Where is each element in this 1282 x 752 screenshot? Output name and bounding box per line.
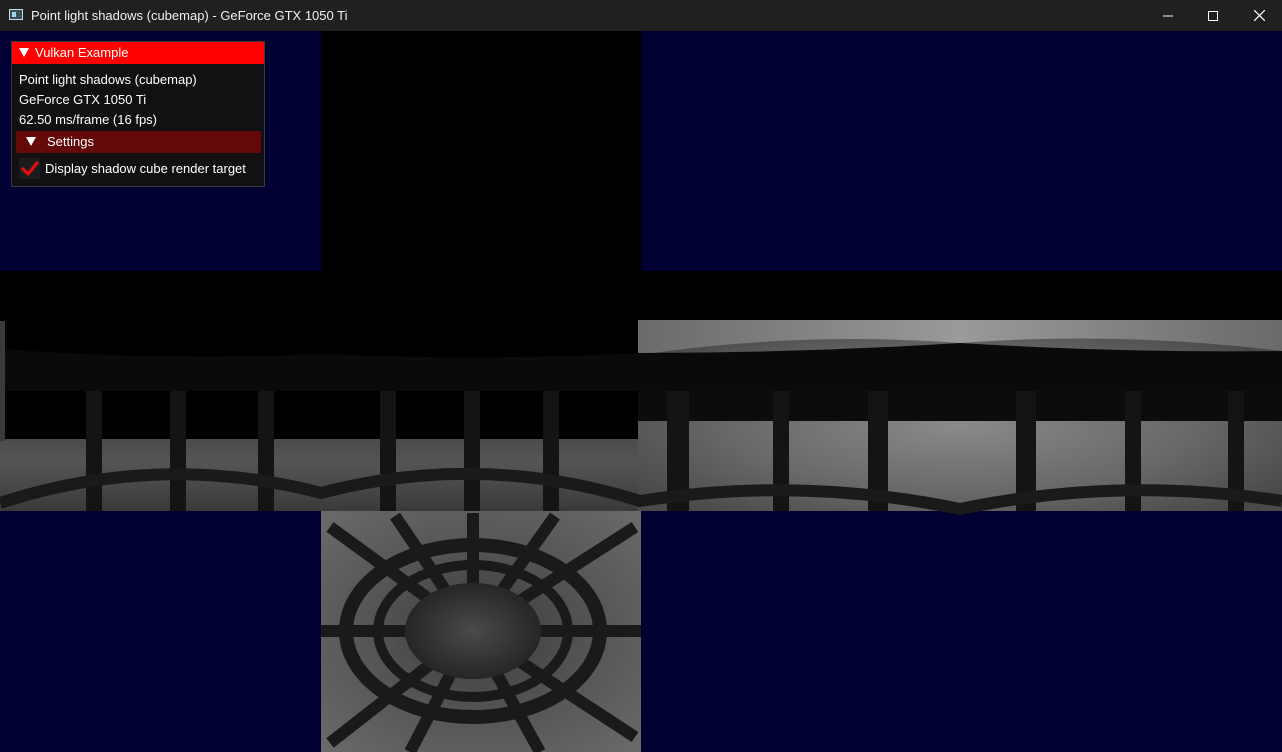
overlay-header[interactable]: Vulkan Example	[12, 42, 264, 64]
title-bar[interactable]: Point light shadows (cubemap) - GeForce …	[0, 0, 1282, 31]
checkbox-label[interactable]: Display shadow cube render target	[45, 161, 246, 176]
device-name: GeForce GTX 1050 Ti	[19, 92, 147, 107]
settings-header[interactable]: Settings	[16, 131, 261, 153]
close-button[interactable]	[1236, 0, 1282, 31]
maximize-icon	[1208, 10, 1218, 21]
collapse-arrow-icon[interactable]	[19, 48, 29, 57]
minimize-button[interactable]	[1145, 0, 1191, 31]
ui-overlay-window[interactable]: Vulkan Example Point light shadows (cube…	[11, 41, 265, 187]
maximize-button[interactable]	[1190, 0, 1236, 31]
shadow-cube-checkbox[interactable]	[19, 158, 40, 179]
collapse-arrow-icon[interactable]	[26, 137, 36, 146]
close-icon	[1253, 10, 1265, 21]
overlay-title: Vulkan Example	[35, 45, 129, 60]
minimize-icon	[1163, 15, 1173, 16]
window-title: Point light shadows (cubemap) - GeForce …	[31, 8, 348, 23]
example-name: Point light shadows (cubemap)	[19, 72, 197, 87]
settings-label: Settings	[47, 134, 94, 149]
frame-time: 62.50 ms/frame (16 fps)	[19, 112, 157, 127]
app-icon	[9, 9, 23, 20]
checkmark-icon	[21, 161, 39, 176]
